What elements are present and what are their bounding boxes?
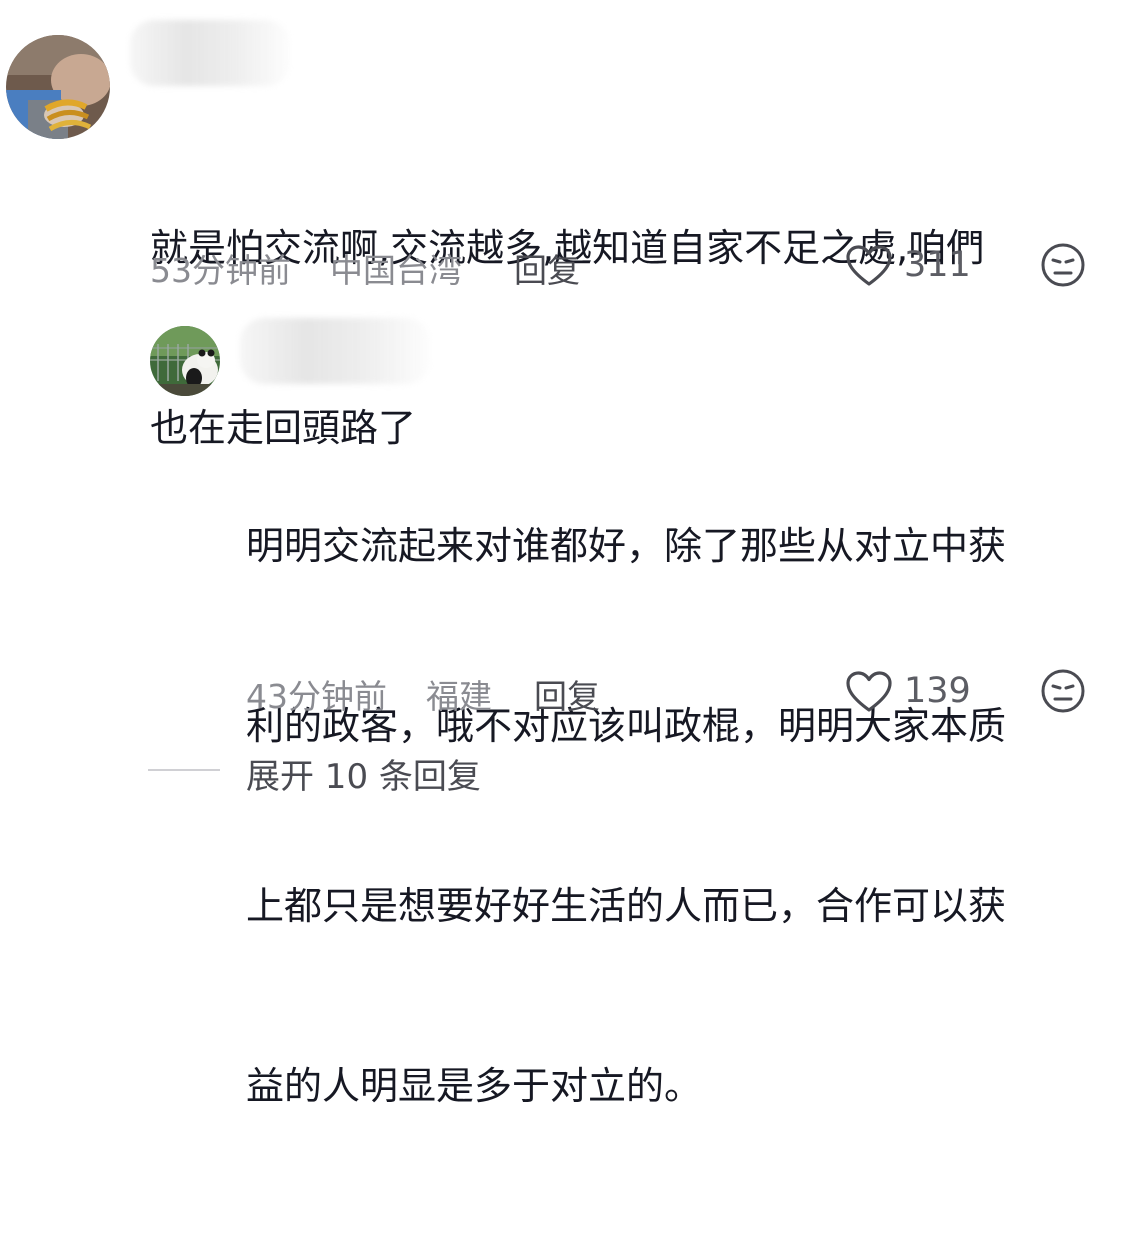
reply-button[interactable]: 回复 [514,244,580,292]
comment-location: 中国台湾 [330,251,462,290]
username-redacted[interactable] [130,20,290,86]
comment-text: 明明交流起来对谁都好，除了那些从对立中获 利的政客，哦不对应该叫政棍，明明大家本… [246,524,1007,1108]
username-redacted[interactable] [240,318,430,384]
avatar[interactable] [150,326,220,396]
neutral-face-icon[interactable] [1040,668,1086,714]
reply-button[interactable]: 回复 [534,670,600,718]
comment-time: 43分钟前 [246,677,387,716]
heart-outline-icon[interactable] [846,671,892,713]
avatar[interactable] [6,35,110,139]
heart-outline-icon[interactable] [846,245,892,287]
like-count: 139 [904,671,971,711]
neutral-face-icon[interactable] [1040,242,1086,288]
comment-time: 53分钟前 [150,251,291,290]
like-count: 311 [904,245,971,285]
comment-location: 福建 [426,677,492,716]
expand-divider [148,769,220,771]
expand-replies-button[interactable]: 展开 10 条回复 [246,749,481,798]
